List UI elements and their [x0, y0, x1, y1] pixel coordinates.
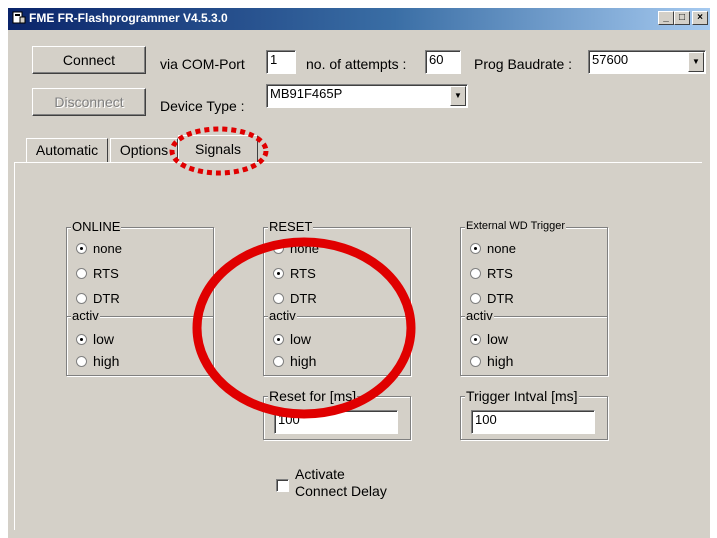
connect-delay-label-line2: Connect Delay	[295, 483, 387, 499]
radio-icon	[76, 293, 87, 304]
radio-label: RTS	[290, 266, 316, 281]
reset-none-radio[interactable]: none	[273, 241, 319, 256]
wd-high-radio[interactable]: high	[470, 353, 513, 369]
online-none-radio[interactable]: none	[76, 241, 122, 256]
app-icon	[12, 11, 26, 24]
radio-selected-icon	[273, 268, 284, 279]
reset-activ-title: activ	[268, 308, 297, 323]
online-group-title: ONLINE	[71, 219, 122, 234]
radio-label: RTS	[93, 266, 119, 281]
baud-label: Prog Baudrate :	[474, 56, 573, 72]
radio-label: DTR	[487, 291, 514, 306]
radio-label: DTR	[93, 291, 120, 306]
radio-icon	[273, 293, 284, 304]
reset-high-radio[interactable]: high	[273, 353, 316, 369]
baud-select-value: 57600	[592, 52, 629, 67]
wd-rts-radio[interactable]: RTS	[470, 266, 513, 281]
radio-icon	[273, 356, 284, 367]
radio-selected-icon	[76, 243, 87, 254]
attempts-label: no. of attempts :	[306, 56, 407, 72]
radio-icon	[470, 293, 481, 304]
radio-label: high	[487, 353, 514, 369]
reset-group-title: RESET	[268, 219, 314, 234]
wd-time-title: Trigger Intval [ms]	[465, 388, 579, 404]
radio-label: low	[290, 331, 312, 347]
wd-low-radio[interactable]: low	[470, 331, 508, 347]
radio-selected-icon	[470, 243, 481, 254]
radio-selected-icon	[273, 334, 284, 345]
chevron-down-icon[interactable]: ▼	[450, 86, 466, 106]
attempts-input[interactable]: 60	[425, 50, 461, 74]
radio-label: low	[93, 331, 115, 347]
radio-icon	[273, 243, 284, 254]
device-type-select[interactable]: MB91F465P ▼	[266, 84, 468, 108]
wd-activ-title: activ	[465, 308, 494, 323]
reset-rts-radio[interactable]: RTS	[273, 266, 316, 281]
radio-icon	[470, 356, 481, 367]
radio-selected-icon	[470, 334, 481, 345]
close-button[interactable]: ×	[692, 11, 708, 25]
radio-label: none	[290, 241, 319, 256]
radio-icon	[470, 268, 481, 279]
via-com-port-label: via COM-Port	[160, 56, 245, 72]
title-bar[interactable]: FME FR-Flashprogrammer V4.5.3.0 _ □ ×	[8, 8, 710, 30]
tab-automatic[interactable]: Automatic	[26, 138, 108, 162]
connect-delay-label[interactable]: Activate Connect Delay	[295, 466, 387, 500]
window-title: FME FR-Flashprogrammer V4.5.3.0	[29, 11, 228, 25]
radio-label: none	[93, 241, 122, 256]
reset-time-title: Reset for [ms]	[268, 388, 358, 404]
online-activ-title: activ	[71, 308, 100, 323]
radio-label: DTR	[290, 291, 317, 306]
connect-button[interactable]: Connect	[32, 46, 146, 74]
chevron-down-icon[interactable]: ▼	[688, 52, 704, 72]
maximize-button[interactable]: □	[674, 11, 690, 25]
radio-label: RTS	[487, 266, 513, 281]
online-low-radio[interactable]: low	[76, 331, 114, 347]
online-dtr-radio[interactable]: DTR	[76, 291, 120, 306]
minimize-button[interactable]: _	[658, 11, 674, 25]
wd-dtr-radio[interactable]: DTR	[470, 291, 514, 306]
tab-signals[interactable]: Signals	[178, 135, 258, 163]
radio-label: none	[487, 241, 516, 256]
wd-none-radio[interactable]: none	[470, 241, 516, 256]
wd-trigger-title: External WD Trigger	[465, 220, 567, 232]
tab-options[interactable]: Options	[110, 138, 178, 162]
reset-dtr-radio[interactable]: DTR	[273, 291, 317, 306]
radio-icon	[76, 268, 87, 279]
device-type-value: MB91F465P	[270, 86, 343, 101]
online-rts-radio[interactable]: RTS	[76, 266, 119, 281]
radio-icon	[76, 356, 87, 367]
radio-label: high	[290, 353, 317, 369]
radio-label: low	[487, 331, 509, 347]
radio-label: high	[93, 353, 120, 369]
radio-selected-icon	[76, 334, 87, 345]
reset-time-input[interactable]: 100	[274, 410, 398, 434]
connect-delay-label-line1: Activate	[295, 466, 345, 482]
wd-time-input[interactable]: 100	[471, 410, 595, 434]
device-type-label: Device Type :	[160, 98, 245, 114]
disconnect-button[interactable]: Disconnect	[32, 88, 146, 116]
connect-delay-checkbox[interactable]	[276, 479, 289, 492]
baud-select[interactable]: 57600 ▼	[588, 50, 706, 74]
reset-low-radio[interactable]: low	[273, 331, 311, 347]
online-high-radio[interactable]: high	[76, 353, 119, 369]
com-port-input[interactable]: 1	[266, 50, 296, 74]
